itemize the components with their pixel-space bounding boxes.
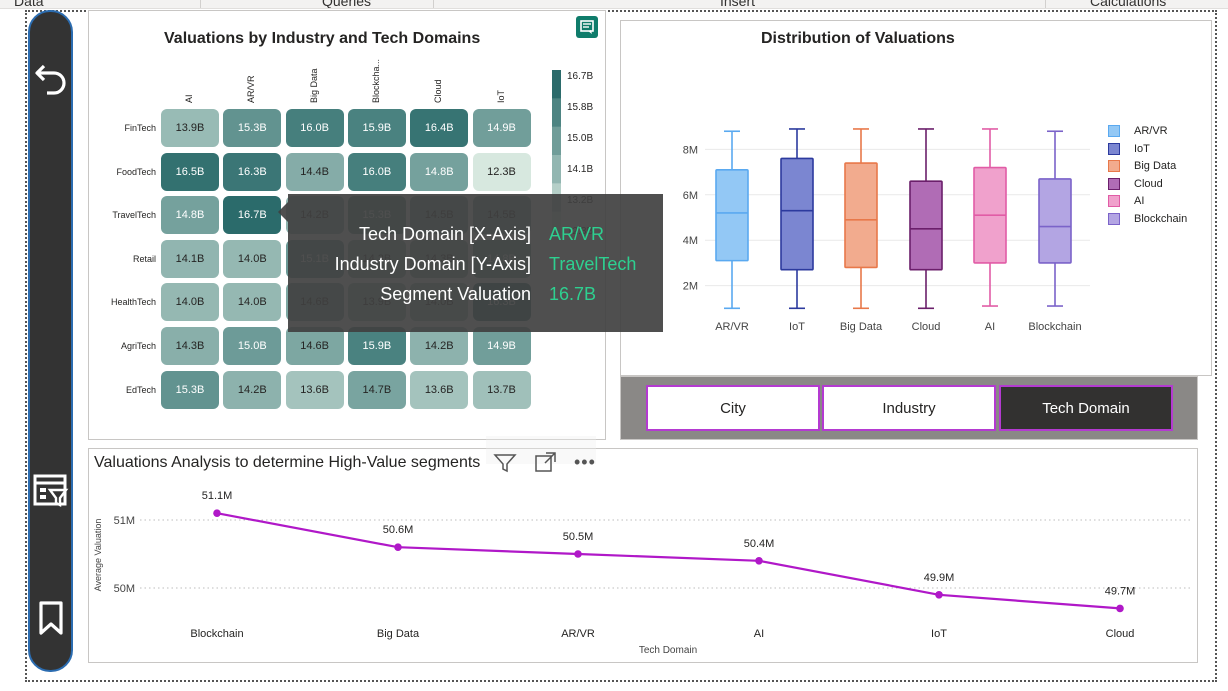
tooltip-value: AR/VR xyxy=(549,224,605,244)
tooltip-row: Tech Domain [X-Axis] AR/VR xyxy=(288,224,663,250)
linechart-point[interactable] xyxy=(1116,604,1124,613)
tooltip-pointer xyxy=(278,202,288,222)
linechart-series-line xyxy=(216,512,1121,610)
linechart-y-tick: 50M xyxy=(114,583,135,595)
linechart-point[interactable] xyxy=(574,550,582,558)
heatmap-tooltip: Tech Domain [X-Axis] AR/VR Industry Doma… xyxy=(278,194,663,332)
tooltip-key: Tech Domain [X-Axis] xyxy=(358,224,531,244)
linechart-x-tick: AI xyxy=(754,628,764,640)
linechart-x-tick: AR/VR xyxy=(561,628,595,640)
tooltip-value: 16.7B xyxy=(549,284,597,304)
linechart-chart: 51M 50M Average Valuation Tech Domain 51.1M B… xyxy=(93,490,1192,656)
linechart-point[interactable] xyxy=(935,591,943,599)
linechart-y-tick: 51M xyxy=(114,515,135,527)
linechart-data-label: 50.6M xyxy=(383,524,414,536)
linechart-x-axis-label: Tech Domain xyxy=(639,645,697,656)
tooltip-row: Segment Valuation 16.7B xyxy=(288,284,663,310)
linechart-data-label: 51.1M xyxy=(202,490,233,502)
linechart-x-tick: Big Data xyxy=(377,628,420,640)
tooltip-key: Segment Valuation xyxy=(380,284,531,304)
linechart-y-axis-label: Average Valuation xyxy=(93,519,103,592)
linechart-x-tick: IoT xyxy=(931,628,947,640)
linechart-point[interactable] xyxy=(755,557,763,565)
linechart-point[interactable] xyxy=(213,509,221,517)
linechart-point[interactable] xyxy=(394,543,402,551)
tooltip-value: TravelTech xyxy=(549,254,637,274)
linechart-x-tick: Blockchain xyxy=(190,628,243,640)
linechart-x-tick: Cloud xyxy=(1106,628,1135,640)
tooltip-key: Industry Domain [Y-Axis] xyxy=(334,254,531,274)
linechart-data-label: 50.4M xyxy=(744,538,775,550)
linechart-data-label: 50.5M xyxy=(563,531,594,543)
tooltip-row: Industry Domain [Y-Axis] TravelTech xyxy=(288,254,663,280)
linechart-data-label: 49.7M xyxy=(1105,585,1136,597)
linechart-data-label: 49.9M xyxy=(924,572,955,584)
